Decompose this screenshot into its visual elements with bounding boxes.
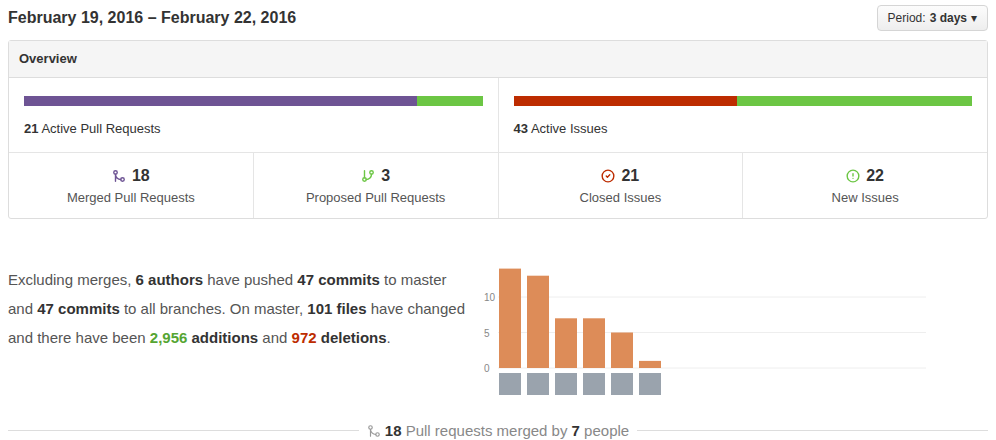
date-range: February 19, 2016 – February 22, 2016 [8,6,296,30]
commit-bar[interactable] [639,360,661,367]
svg-text:5: 5 [484,327,490,338]
overview-header: Overview [9,41,987,78]
commit-bar[interactable] [583,318,605,368]
commit-bar[interactable] [555,318,577,368]
commit-bar[interactable] [527,275,549,367]
header: February 19, 2016 – February 22, 2016 Per… [8,4,988,32]
merge-icon [112,169,126,183]
branch-icon [361,169,375,183]
pulse-page: February 19, 2016 – February 22, 2016 Per… [0,0,996,440]
pull-requests-summary: 21 Active Pull Requests [9,78,499,153]
author-avatar[interactable] [611,373,633,395]
author-avatar[interactable] [499,373,521,395]
stats-row: 18Merged Pull Requests3Proposed Pull Req… [9,153,987,218]
author-avatar[interactable] [555,373,577,395]
merged-footer: 18 Pull requests merged by 7 people [8,420,988,440]
merge-icon [367,424,381,438]
ratio-bar [24,96,483,106]
stat-cell[interactable]: 3Proposed Pull Requests [254,153,499,218]
period-dropdown[interactable]: Period:3 days▾ [877,5,988,31]
stat-cell[interactable]: 21Closed Issues [499,153,744,218]
commits-chart: 0 5 10 [478,260,938,400]
commit-section: Excluding merges, 6 authors have pushed … [8,260,988,400]
svg-text:0: 0 [484,363,490,374]
issues-summary: 43 Active Issues [499,78,988,153]
commit-summary: Excluding merges, 6 authors have pushed … [8,260,470,400]
stat-cell[interactable]: 18Merged Pull Requests [9,153,254,218]
stat-cell[interactable]: 22New Issues [743,153,987,218]
svg-text:10: 10 [484,292,496,303]
author-avatar[interactable] [527,373,549,395]
closed-issue-icon [601,169,615,183]
author-avatar[interactable] [639,373,661,395]
overview-box: Overview21 Active Pull Requests43 Active… [8,40,988,219]
commit-bar[interactable] [499,268,521,367]
ratio-bar [514,96,973,106]
commit-bar[interactable] [611,332,633,368]
new-issue-icon [846,169,860,183]
author-avatar[interactable] [583,373,605,395]
